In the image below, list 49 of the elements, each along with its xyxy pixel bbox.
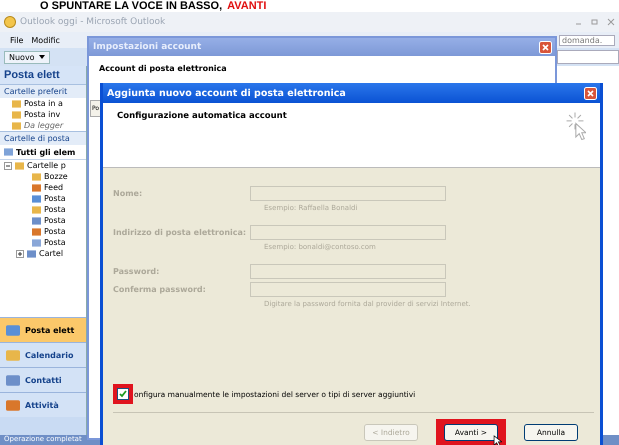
- folder-item[interactable]: Posta inv: [24, 110, 60, 119]
- section-header: Cartelle di posta: [0, 131, 86, 145]
- folder-item[interactable]: Cartel: [39, 249, 64, 258]
- field-label: Conferma password:: [113, 285, 207, 294]
- folder-item[interactable]: Tutti gli elem: [16, 148, 76, 156]
- field-label: Nome:: [113, 189, 144, 198]
- window-title: Outlook oggi - Microsoft Outlook: [20, 17, 166, 27]
- help-search-field[interactable]: domanda.: [559, 34, 615, 46]
- folder-item[interactable]: Feed: [44, 183, 64, 192]
- field-label: Password:: [113, 267, 160, 276]
- search-dropdown[interactable]: [557, 50, 619, 64]
- section-header: Cartelle preferit: [0, 84, 86, 98]
- section-heading: Account di posta elettronica: [98, 63, 228, 73]
- sparkle-cursor-icon: [564, 111, 586, 141]
- restore-icon[interactable]: [591, 18, 599, 26]
- pane-title: Posta elett: [0, 66, 86, 84]
- dialog-title: Aggiunta nuovo account di posta elettronica: [107, 88, 346, 98]
- folder-item[interactable]: Posta: [44, 194, 66, 203]
- module-icon: [6, 400, 20, 410]
- navigation-button[interactable]: Attività: [0, 392, 86, 417]
- navigation-button[interactable]: Calendario: [0, 342, 86, 367]
- navigation-button[interactable]: Posta elett: [0, 317, 86, 342]
- folder-item[interactable]: Posta: [44, 216, 66, 225]
- folder-item[interactable]: Posta in a: [24, 99, 63, 108]
- folder-item[interactable]: Da legger: [24, 121, 64, 130]
- module-icon: [6, 324, 20, 336]
- folder-item[interactable]: Posta: [44, 227, 66, 236]
- folder-item[interactable]: Bozze: [44, 172, 68, 181]
- search-folder-icon: [4, 148, 13, 156]
- expand-icon[interactable]: [16, 250, 24, 258]
- module-icon: [6, 374, 20, 386]
- close-icon[interactable]: [607, 18, 615, 26]
- collapse-icon[interactable]: [4, 162, 12, 170]
- caption-text: O SPUNTARE LA VOCE IN BASSO,: [40, 0, 222, 12]
- module-icon: [6, 350, 20, 360]
- menu-item[interactable]: Modific: [31, 36, 60, 44]
- caption-highlight: AVANTI: [227, 0, 266, 12]
- navigation-button[interactable]: Contatti: [0, 367, 86, 392]
- app-logo-icon: [4, 16, 16, 28]
- new-button[interactable]: Nuovo: [4, 50, 50, 64]
- cursor-icon: [493, 435, 502, 445]
- dialog-title: Impostazioni account: [93, 42, 202, 52]
- field-label: Indirizzo di posta elettronica:: [113, 228, 248, 237]
- menu-item[interactable]: File: [10, 36, 24, 44]
- folder-item[interactable]: Cartelle p: [27, 161, 66, 170]
- folder-item[interactable]: Posta: [44, 238, 66, 247]
- page-heading: Configurazione automatica account: [117, 111, 287, 121]
- folder-item[interactable]: Posta: [44, 205, 66, 214]
- caret-icon: [38, 55, 45, 60]
